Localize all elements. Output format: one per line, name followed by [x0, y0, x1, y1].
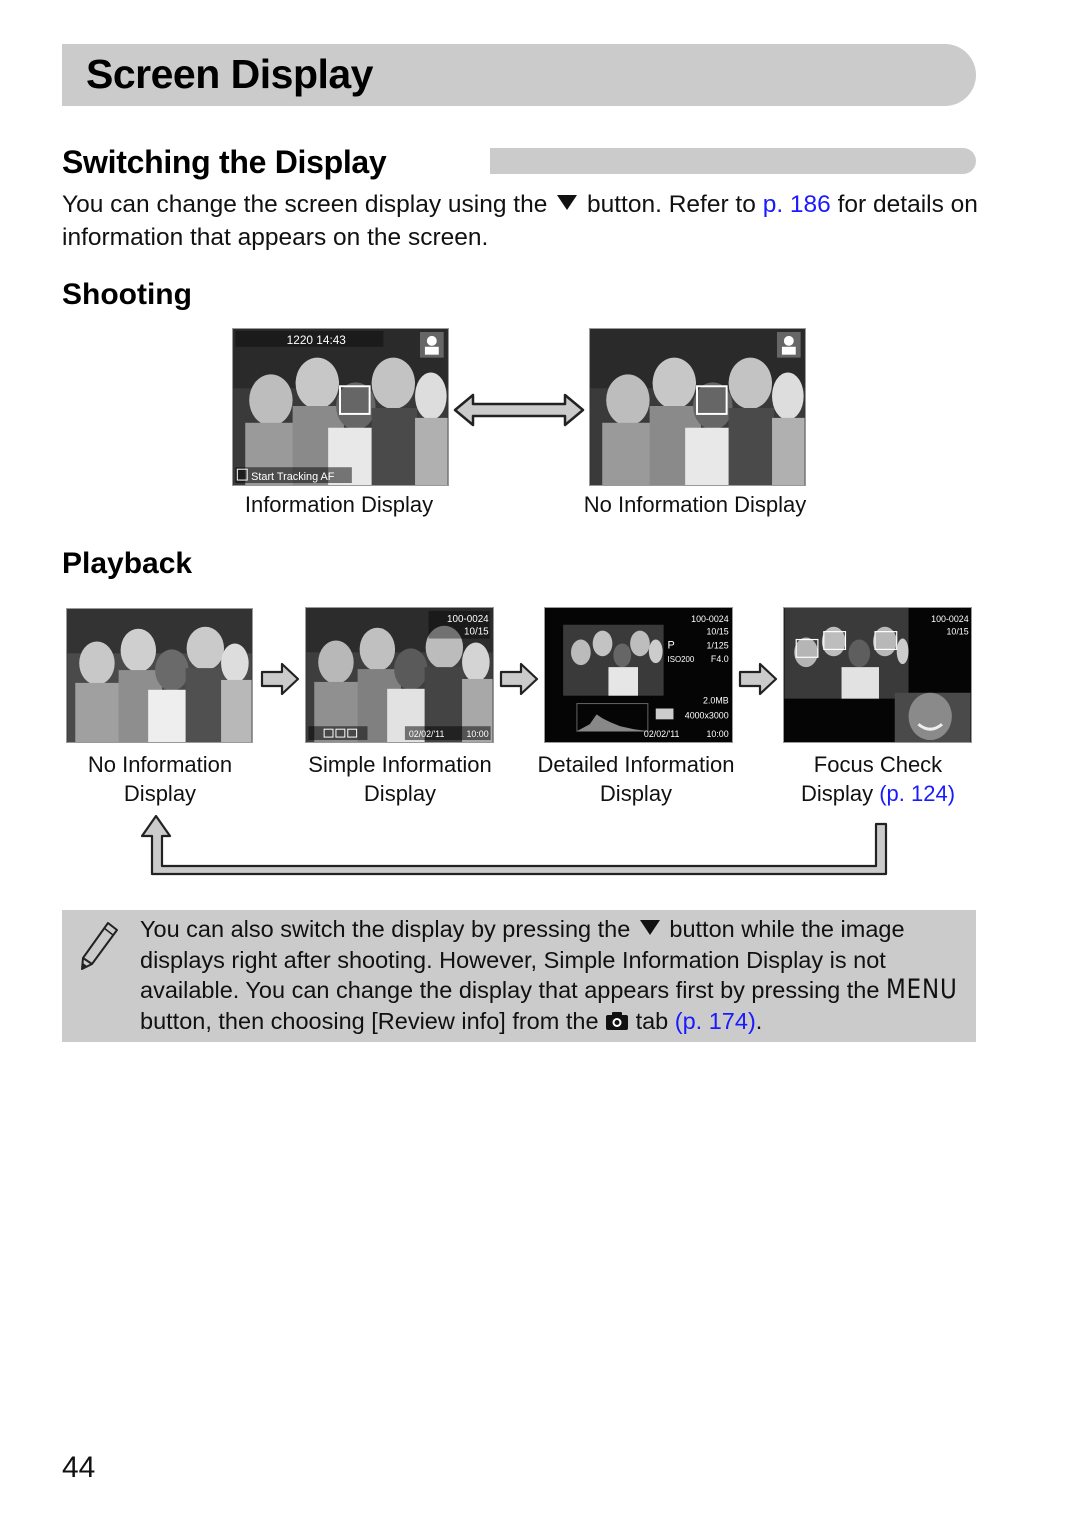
caption-simple-information: Simple Information Display	[290, 750, 510, 808]
page-link-174[interactable]: (p. 174)	[675, 1008, 756, 1034]
caption-line2: Display	[599, 781, 673, 806]
svg-text:4000x3000: 4000x3000	[685, 710, 729, 720]
caption-line2: Display (p. 124)	[768, 779, 988, 808]
group-photo-image: 1220 14:43 Start Tracking AF	[233, 329, 448, 485]
svg-text:02/02/'11: 02/02/'11	[644, 729, 680, 739]
playback-simple-info-screen: 100-0024 10/15 02/02/'11 10:00	[305, 607, 494, 743]
caption-line1: No Information	[87, 752, 233, 777]
group-photo-image	[590, 329, 805, 485]
note-text: You can also switch the display by press…	[140, 914, 970, 1036]
shooting-no-info-screen	[589, 328, 806, 486]
right-arrow-icon	[738, 662, 778, 696]
svg-text:100-0024: 100-0024	[931, 614, 969, 624]
playback-detailed-info-screen: 100-0024 10/15 P 1/125 ISO200 F4.0 2.0MB…	[544, 607, 733, 743]
double-arrow-icon	[453, 393, 585, 427]
svg-text:10:00: 10:00	[466, 729, 488, 739]
group-photo-image	[67, 609, 252, 742]
svg-text:100-0024: 100-0024	[691, 614, 729, 624]
caption-detailed-information: Detailed Information Display	[525, 750, 747, 808]
page-link-186[interactable]: p. 186	[763, 191, 831, 218]
focus-check-image: 100-0024 10/15	[784, 608, 971, 742]
svg-text:10/15: 10/15	[706, 627, 728, 637]
caption-focus-check: Focus Check Display (p. 124)	[768, 750, 988, 808]
playback-focus-check-screen: 100-0024 10/15	[783, 607, 972, 743]
page-link-124[interactable]: (p. 124)	[879, 781, 955, 806]
caption-line1: Focus Check	[813, 752, 943, 777]
camera-icon	[606, 1011, 629, 1030]
caption-no-information-display: No Information Display	[583, 492, 807, 517]
svg-text:1/125: 1/125	[706, 640, 728, 650]
note-text-1: You can also switch the display by press…	[140, 916, 631, 942]
right-arrow-icon	[499, 662, 539, 696]
loop-back-arrow-icon	[140, 814, 888, 876]
intro-text-2: button. Refer to	[586, 191, 756, 218]
page-number: 44	[62, 1451, 96, 1484]
svg-text:ISO200: ISO200	[668, 655, 695, 664]
caption-no-information: No Information Display	[50, 750, 270, 808]
svg-text:Start Tracking AF: Start Tracking AF	[251, 471, 335, 483]
menu-button-label: MENU	[885, 974, 958, 1005]
section-heading-bar	[490, 148, 976, 174]
detailed-info-image: 100-0024 10/15 P 1/125 ISO200 F4.0 2.0MB…	[545, 608, 732, 742]
svg-text:10/15: 10/15	[946, 627, 968, 637]
playback-heading: Playback	[62, 547, 193, 580]
caption-line1: Detailed Information	[537, 752, 735, 777]
intro-paragraph: You can change the screen display using …	[62, 188, 982, 254]
svg-text:10/15: 10/15	[464, 627, 489, 638]
caption-line1: Simple Information	[308, 752, 492, 777]
shooting-heading: Shooting	[62, 278, 192, 311]
caption-line2: Display	[123, 781, 197, 806]
section-heading: Switching the Display	[62, 144, 387, 180]
page-title: Screen Display	[86, 51, 374, 97]
caption-line2: Display	[363, 781, 437, 806]
down-triangle-icon	[639, 920, 660, 935]
pencil-icon	[81, 922, 118, 970]
note-text-end: .	[755, 1007, 763, 1034]
svg-text:10:00: 10:00	[706, 729, 728, 739]
svg-text:2.0MB: 2.0MB	[703, 696, 729, 706]
note-text-4: tab	[635, 1007, 669, 1034]
svg-text:P: P	[668, 639, 675, 651]
note-text-3: button, then choosing [Review info] from…	[140, 1007, 599, 1034]
playback-no-info-screen	[66, 608, 253, 743]
group-photo-image: 100-0024 10/15 02/02/'11 10:00	[306, 608, 493, 742]
svg-text:1220 14:43: 1220 14:43	[287, 333, 347, 347]
caption-line2-text: Display	[800, 781, 874, 806]
svg-text:100-0024: 100-0024	[447, 614, 489, 625]
down-triangle-icon	[557, 195, 578, 210]
intro-text-1: You can change the screen display using …	[62, 191, 548, 218]
caption-information-display: Information Display	[244, 492, 434, 517]
right-arrow-icon	[260, 662, 300, 696]
shooting-info-screen: 1220 14:43 Start Tracking AF	[232, 328, 449, 486]
svg-text:F4.0: F4.0	[711, 654, 729, 664]
svg-text:02/02/'11: 02/02/'11	[409, 729, 445, 739]
